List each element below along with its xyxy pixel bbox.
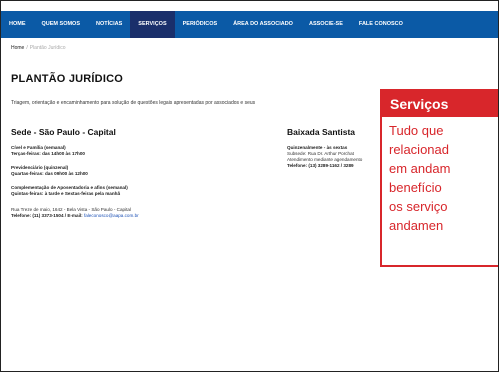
breadcrumb-current: Plantão Jurídico xyxy=(29,45,66,51)
email-link[interactable]: faleconosco@aapa.com.br xyxy=(84,213,139,218)
nav-item-periodicos[interactable]: PERIÓDICOS xyxy=(175,11,226,38)
comp-label: Complementação de Aposentadoria e afins … xyxy=(11,185,128,190)
sede-contact-block: Rua Treze de maio, 1642 - Bela Vista - S… xyxy=(11,207,139,219)
prev-hours: Quartas-feiras: das 09h00 às 12h00 xyxy=(11,171,88,176)
callout-line: Tudo que xyxy=(389,123,444,138)
civil-hours: Terças-feiras: das 14h00 às 17h00 xyxy=(11,151,85,156)
callout-body: Tudo que relacionad em andam benefício o… xyxy=(382,117,498,235)
breadcrumb-home-link[interactable]: Home xyxy=(11,45,24,51)
baixada-note: Atendimento mediante agendamento xyxy=(287,157,363,162)
browser-viewport: HOME QUEM SOMOS NOTÍCIAS SERVIÇOS PERIÓD… xyxy=(0,0,499,372)
baixada-phone: Telefone: (13) 3289-1162 / 3289 xyxy=(287,163,354,168)
page-intro: Triagem, orientação e encaminhamento par… xyxy=(11,100,256,106)
comp-hours: Quintas-feiras: à tarde e Sextas-feiras … xyxy=(11,191,121,196)
baixada-block: Quinzenalmente - às sextas Subsede: Rua … xyxy=(287,145,362,169)
page-title: PLANTÃO JURÍDICO xyxy=(11,73,123,85)
baixada-heading: Baixada Santista xyxy=(287,127,356,137)
breadcrumb: Home / Plantão Jurídico xyxy=(11,45,66,51)
servicos-callout-card: Serviços Tudo que relacionad em andam be… xyxy=(380,89,498,267)
callout-line: relacionad xyxy=(389,142,449,157)
callout-line: benefício xyxy=(389,180,442,195)
prev-label: Previdenciário (quinzenal) xyxy=(11,165,69,170)
nav-item-home[interactable]: HOME xyxy=(1,11,34,38)
sede-civil-block: Cível e Família (semanal) Terças-feiras:… xyxy=(11,145,85,157)
sede-phone: Telefone: (11) 3373-1504 / E-mail: xyxy=(11,213,83,218)
baixada-address: Subsede: Rua Dr. Arthur Porchat xyxy=(287,151,354,156)
callout-line: os serviço xyxy=(389,199,448,214)
sede-comp-block: Complementação de Aposentadoria e afins … xyxy=(11,185,128,197)
breadcrumb-separator: / xyxy=(26,45,28,51)
nav-item-quem-somos[interactable]: QUEM SOMOS xyxy=(34,11,89,38)
civil-label: Cível e Família (semanal) xyxy=(11,145,66,150)
nav-item-noticias[interactable]: NOTÍCIAS xyxy=(88,11,130,38)
sede-address: Rua Treze de maio, 1642 - Bela Vista - S… xyxy=(11,207,131,212)
sede-prev-block: Previdenciário (quinzenal) Quartas-feira… xyxy=(11,165,88,177)
top-navigation: HOME QUEM SOMOS NOTÍCIAS SERVIÇOS PERIÓD… xyxy=(1,1,498,41)
sede-heading: Sede - São Paulo - Capital xyxy=(11,127,116,137)
callout-line: andamen xyxy=(389,218,444,233)
callout-line: em andam xyxy=(389,161,451,176)
main-menu: HOME QUEM SOMOS NOTÍCIAS SERVIÇOS PERIÓD… xyxy=(1,11,498,38)
nav-item-fale-conosco[interactable]: FALE CONOSCO xyxy=(351,11,411,38)
baixada-label: Quinzenalmente - às sextas xyxy=(287,145,348,150)
nav-item-area-do-associado[interactable]: ÁREA DO ASSOCIADO xyxy=(225,11,301,38)
callout-title: Serviços xyxy=(382,91,498,117)
nav-item-associe-se[interactable]: ASSOCIE-SE xyxy=(301,11,351,38)
nav-item-servicos[interactable]: SERVIÇOS xyxy=(130,11,175,38)
